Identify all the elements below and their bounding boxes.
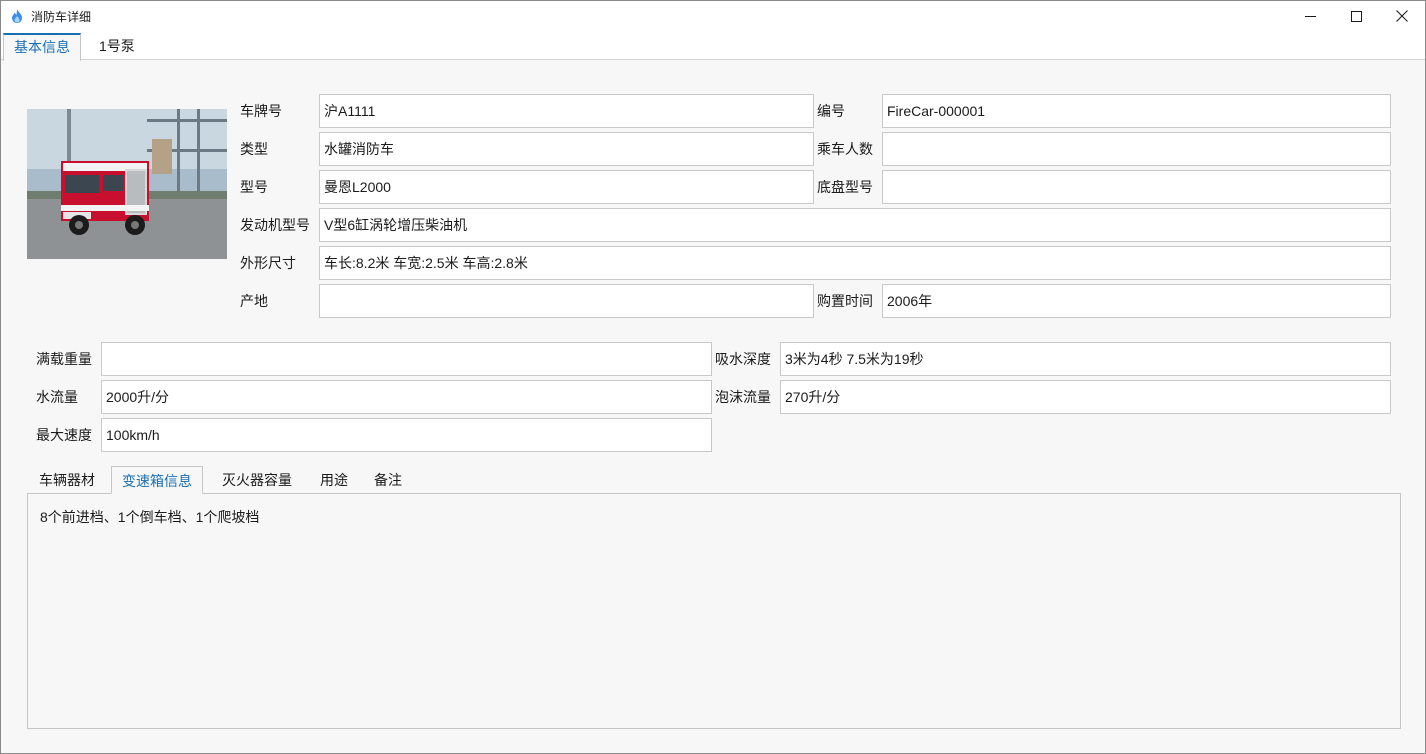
crew-field[interactable]	[882, 132, 1391, 166]
suction-field[interactable]: 3米为4秒 7.5米为19秒	[780, 342, 1391, 376]
water-label: 水流量	[36, 389, 78, 405]
window-title: 消防车详细	[31, 10, 92, 24]
type-label: 类型	[240, 141, 268, 157]
plate-label: 车牌号	[240, 103, 282, 119]
load-label: 满载重量	[36, 351, 92, 367]
purchase-label: 购置时间	[817, 293, 873, 309]
flame-icon	[12, 9, 22, 23]
tab-gearbox-info[interactable]: 变速箱信息	[111, 466, 203, 494]
tab-basic-info[interactable]: 基本信息	[3, 33, 81, 61]
foam-field[interactable]: 270升/分	[780, 380, 1391, 414]
chassis-label: 底盘型号	[817, 179, 873, 195]
code-label: 编号	[817, 103, 845, 119]
code-field[interactable]: FireCar-000001	[882, 94, 1391, 128]
gearbox-info-panel: 8个前进档、1个倒车档、1个爬坡档	[27, 493, 1401, 729]
type-field[interactable]: 水罐消防车	[319, 132, 814, 166]
tab-remarks[interactable]: 备注	[364, 466, 412, 494]
gearbox-info-text: 8个前进档、1个倒车档、1个爬坡档	[40, 509, 260, 525]
chassis-field[interactable]	[882, 170, 1391, 204]
top-tab-strip: 基本信息 1号泵	[1, 31, 1425, 61]
size-field[interactable]: 车长:8.2米 车宽:2.5米 车高:2.8米	[319, 246, 1391, 280]
maximize-button[interactable]	[1333, 1, 1379, 31]
model-label: 型号	[240, 179, 268, 195]
fire-truck-detail-window: 消防车详细 基本信息 1号泵 车牌号 沪A1111 编号 FireCar-000…	[0, 0, 1426, 754]
engine-label: 发动机型号	[240, 217, 310, 233]
load-field[interactable]	[101, 342, 712, 376]
crew-label: 乘车人数	[817, 141, 873, 157]
origin-label: 产地	[240, 293, 268, 309]
plate-field[interactable]: 沪A1111	[319, 94, 814, 128]
title-bar: 消防车详细	[1, 1, 1425, 31]
suction-label: 吸水深度	[715, 351, 771, 367]
origin-field[interactable]	[319, 284, 814, 318]
purchase-field[interactable]: 2006年	[882, 284, 1391, 318]
minimize-button[interactable]	[1287, 1, 1333, 31]
size-label: 外形尺寸	[240, 255, 296, 271]
tab-vehicle-equipment[interactable]: 车辆器材	[29, 466, 105, 494]
fire-truck-photo	[27, 109, 227, 259]
tab-pump-1[interactable]: 1号泵	[89, 33, 145, 60]
tab-extinguisher-capacity[interactable]: 灭火器容量	[212, 466, 302, 494]
maximize-icon	[1350, 10, 1362, 22]
foam-label: 泡沫流量	[715, 389, 771, 405]
water-field[interactable]: 2000升/分	[101, 380, 712, 414]
close-icon	[1396, 10, 1408, 22]
close-button[interactable]	[1379, 1, 1425, 31]
minimize-icon	[1304, 15, 1316, 17]
engine-field[interactable]: V型6缸涡轮增压柴油机	[319, 208, 1391, 242]
speed-label: 最大速度	[36, 427, 92, 443]
tab-usage[interactable]: 用途	[310, 466, 358, 494]
speed-field[interactable]: 100km/h	[101, 418, 712, 452]
model-field[interactable]: 曼恩L2000	[319, 170, 814, 204]
